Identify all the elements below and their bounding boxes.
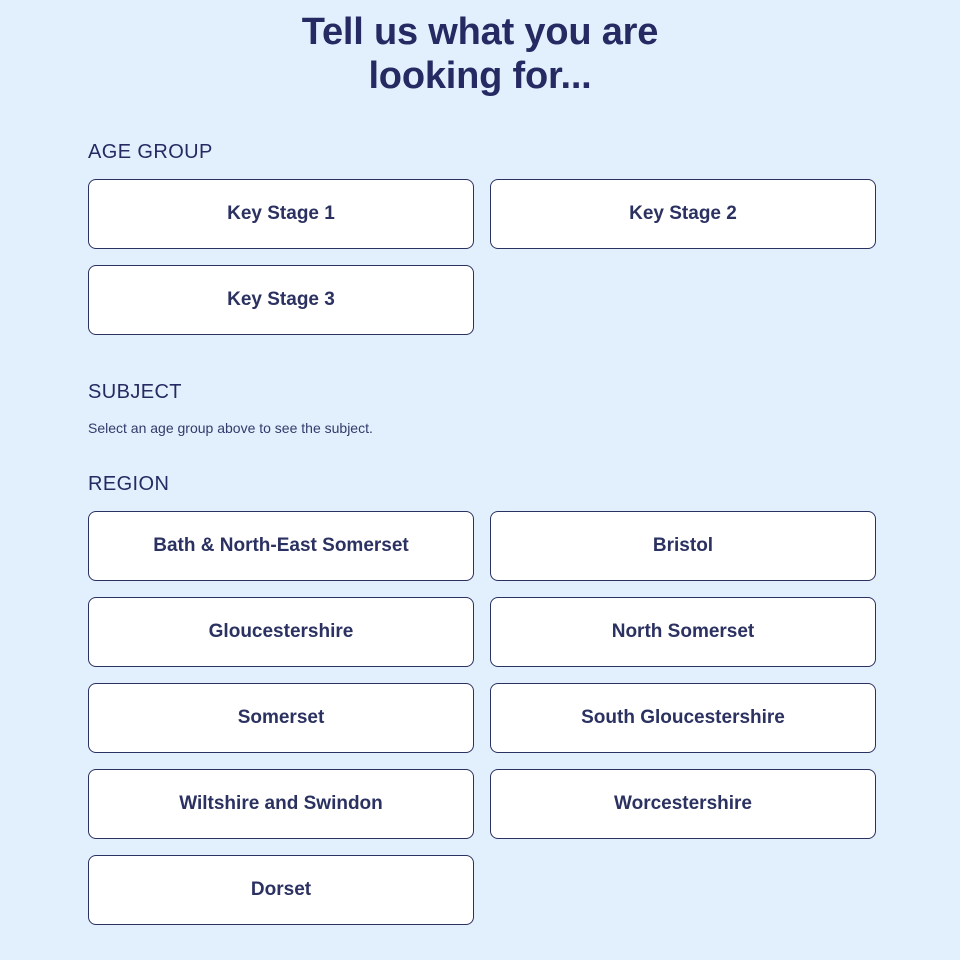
age-group-options: Key Stage 1 Key Stage 2 Key Stage 3	[88, 179, 876, 335]
option-button[interactable]: Key Stage 3	[88, 265, 474, 335]
subject-label: SUBJECT	[88, 381, 182, 403]
option-button[interactable]: Worcestershire	[490, 769, 876, 839]
region-label: REGION	[88, 473, 170, 495]
subject-helper-text: Select an age group above to see the sub…	[88, 420, 373, 436]
option-button[interactable]: North Somerset	[490, 597, 876, 667]
option-button[interactable]: Dorset	[88, 855, 474, 925]
age-group-section: AGE GROUP Key Stage 1 Key Stage 2 Key Stag…	[88, 140, 876, 335]
option-button[interactable]: Wiltshire and Swindon	[88, 769, 474, 839]
option-button[interactable]: Key Stage 2	[490, 179, 876, 249]
option-button[interactable]: Bath & North-East Somerset	[88, 511, 474, 581]
region-section: REGION Bath & North-East Somerset Bristol…	[88, 472, 876, 925]
option-button[interactable]: Key Stage 1	[88, 179, 474, 249]
subject-section: SUBJECT Select an age group above to see…	[88, 380, 876, 438]
option-button[interactable]: Somerset	[88, 683, 474, 753]
search-filter-page: Tell us what you are looking for... AGE …	[0, 0, 960, 960]
page-title: Tell us what you are looking for...	[301, 11, 659, 97]
option-button[interactable]: Gloucestershire	[88, 597, 474, 667]
region-options: Bath & North-East Somerset Bristol Glouces…	[88, 511, 876, 925]
option-button[interactable]: Bristol	[490, 511, 876, 581]
age-group-label: AGE GROUP	[88, 141, 213, 163]
filter-form: AGE GROUP Key Stage 1 Key Stage 2 Key Stag…	[88, 140, 876, 925]
option-button[interactable]: South Gloucestershire	[490, 683, 876, 753]
